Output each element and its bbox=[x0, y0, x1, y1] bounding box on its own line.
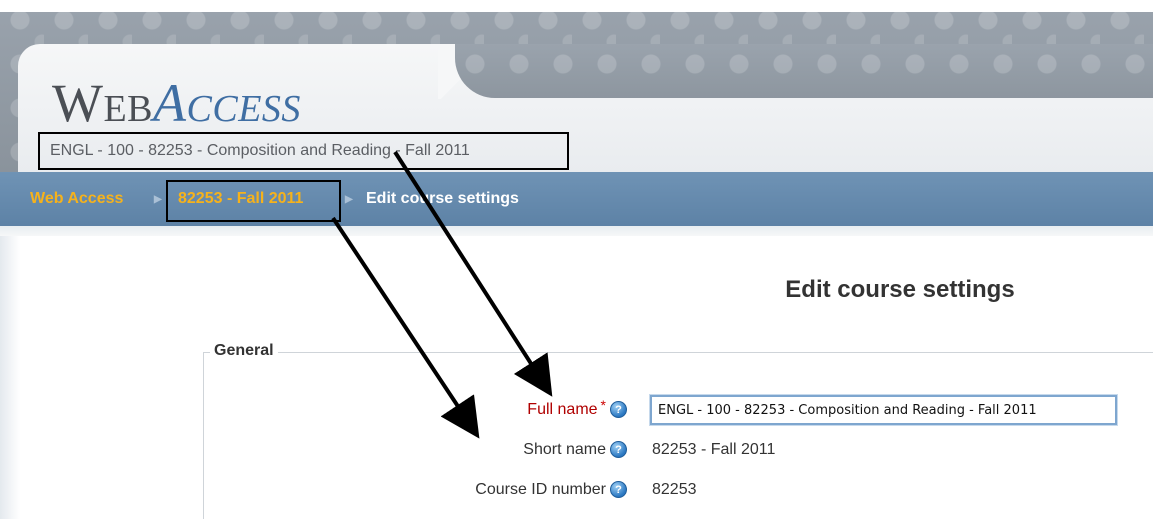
full-name-label: Full name * bbox=[527, 397, 606, 423]
full-name-label-text: Full name bbox=[527, 401, 598, 418]
logo-text-web: Web bbox=[52, 73, 154, 133]
breadcrumb-home-link[interactable]: Web Access bbox=[30, 172, 123, 226]
general-fieldset-legend: General bbox=[210, 342, 278, 360]
breadcrumb-separator-icon: ▶ bbox=[154, 193, 162, 205]
left-column-shade bbox=[0, 236, 20, 519]
header-top-gap bbox=[0, 0, 1153, 12]
required-marker: * bbox=[600, 397, 606, 413]
breadcrumb-separator-icon: ▶ bbox=[345, 193, 353, 205]
course-id-help-icon[interactable]: ? bbox=[610, 481, 627, 498]
short-name-value: 82253 - Fall 2011 bbox=[652, 441, 776, 458]
course-full-title: ENGL - 100 - 82253 - Composition and Rea… bbox=[38, 132, 569, 170]
course-full-title-text: ENGL - 100 - 82253 - Composition and Rea… bbox=[50, 142, 470, 159]
page: WebAccess ENGL - 100 - 82253 - Compositi… bbox=[0, 0, 1153, 519]
breadcrumb-current-page: Edit course settings bbox=[366, 190, 519, 207]
course-id-value: 82253 bbox=[652, 481, 697, 498]
short-name-help-icon[interactable]: ? bbox=[610, 441, 627, 458]
short-name-label: Short name bbox=[523, 441, 606, 458]
header-pattern bbox=[455, 44, 1153, 98]
course-id-label: Course ID number bbox=[475, 481, 606, 498]
full-name-help-icon[interactable]: ? bbox=[610, 401, 627, 418]
logo-text-access: Access bbox=[153, 73, 301, 133]
page-title: Edit course settings bbox=[785, 276, 1015, 303]
breadcrumb-bar-shadow bbox=[0, 226, 1153, 236]
annotation-box-short-name bbox=[166, 180, 341, 222]
full-name-input[interactable] bbox=[649, 394, 1118, 426]
site-logo[interactable]: WebAccess bbox=[52, 73, 301, 133]
